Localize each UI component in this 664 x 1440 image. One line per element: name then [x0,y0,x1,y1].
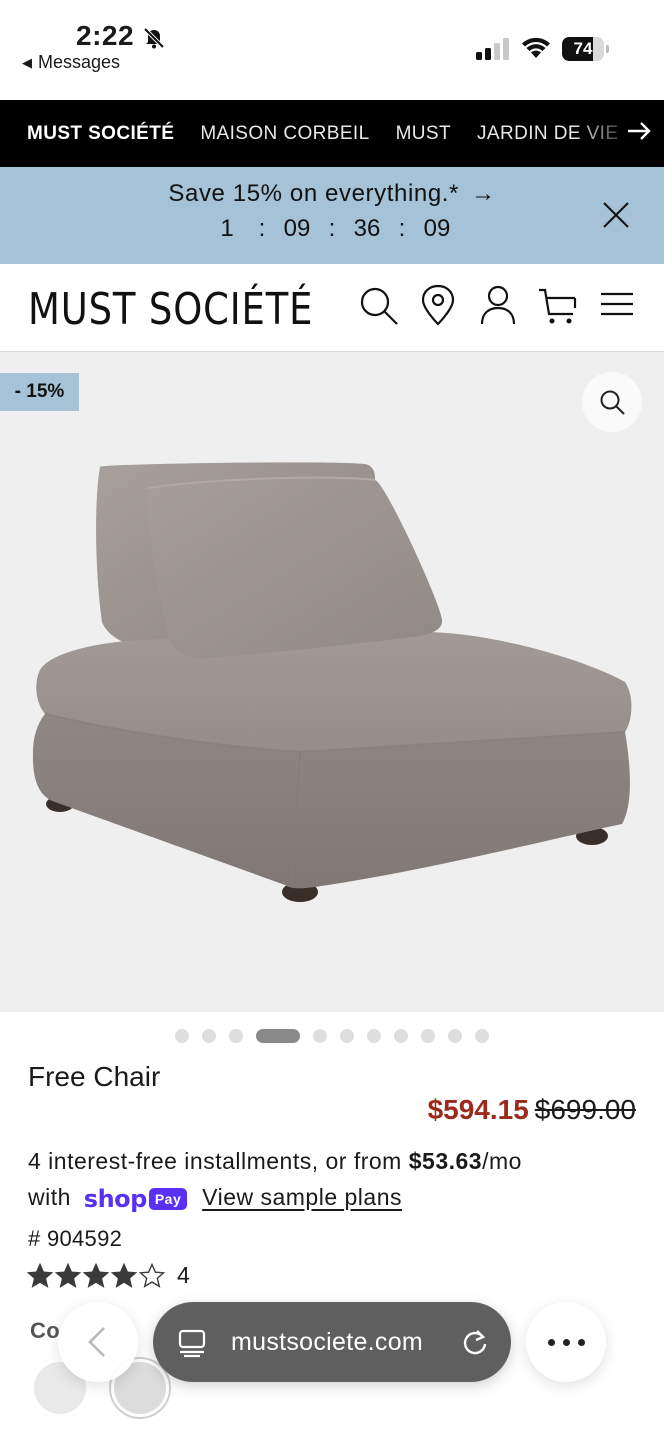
bell-slash-icon [143,27,165,49]
star-filled-icon [83,1262,109,1288]
carousel-dot[interactable] [340,1029,354,1043]
more-dot-icon [578,1339,585,1346]
discount-badge: - 15% [0,373,79,411]
star-filled-icon [111,1262,137,1288]
shop-pay-logo: shop Pay [83,1181,188,1217]
installments-info: 4 interest-free installments, or from $5… [28,1143,648,1217]
star-filled-icon [55,1262,81,1288]
brand-nav-list: MUST SOCIÉTÉ MAISON CORBEIL MUST JARDIN … [27,100,644,167]
product-title: Free Chair [28,1061,161,1092]
battery-level: 74 [573,39,593,58]
promo-arrow-icon: → [470,180,496,207]
countdown-frames: 09 [423,215,451,242]
zoom-search-icon [600,390,625,415]
safari-address-bar[interactable]: mustsociete.com [153,1302,511,1382]
star-empty-icon [139,1262,165,1288]
site-logo[interactable]: MUST SOCIÉTÉ [28,284,313,335]
cart-icon[interactable] [537,284,579,326]
carousel-dot[interactable] [229,1029,243,1043]
battery-body: 74 [562,37,604,61]
product-rating[interactable]: 4 [27,1262,190,1289]
back-triangle-icon: ◀ [22,54,32,70]
price-row: $594.15 $699.00 [428,1094,636,1126]
close-icon[interactable] [602,201,630,229]
safari-more-button[interactable] [526,1302,606,1382]
back-to-messages[interactable]: ◀ Messages [22,52,120,73]
sale-price: $594.15 [427,1094,529,1125]
safari-back-button[interactable] [58,1302,138,1382]
review-count: 4 [177,1262,190,1288]
countdown-hours: 1 [220,215,234,242]
back-app-label: Messages [38,52,121,72]
installment-amount: $53.63 [408,1148,483,1174]
original-price: $699.00 [534,1094,636,1125]
status-time: 2:22 [76,20,135,51]
menu-icon[interactable] [597,284,639,326]
carousel-dot[interactable] [394,1029,408,1043]
site-header: MUST SOCIÉTÉ [0,264,664,352]
battery-indicator: 74 [562,37,610,61]
chevron-left-icon [88,1327,105,1357]
shop-pay-pill: Pay [148,1187,188,1210]
star-filled-icon [27,1262,53,1288]
brand-nav: MUST SOCIÉTÉ MAISON CORBEIL MUST JARDIN … [0,100,664,167]
installments-prefix: 4 interest-free installments, or from [28,1148,409,1174]
status-bar: 2:22 ◀ Messages 74 [0,0,664,100]
wifi-icon [522,37,550,58]
view-sample-plans-link[interactable]: View sample plans [202,1184,402,1210]
with-label: with [28,1184,71,1210]
countdown-minutes: 09 [283,215,311,242]
battery-cap [606,45,609,53]
arrow-right-icon[interactable] [626,118,652,144]
brand-nav-item-must-societe[interactable]: MUST SOCIÉTÉ [27,123,174,145]
url-text: mustsociete.com [231,1328,424,1356]
carousel-dot[interactable] [175,1029,189,1043]
countdown-separator: : [328,215,336,242]
carousel-dot-active[interactable] [256,1029,300,1043]
more-dot-icon [548,1339,555,1346]
search-icon[interactable] [357,284,399,326]
product-sku: # 904592 [28,1226,123,1251]
promo-link[interactable]: Save 15% on everything.* → [0,180,664,208]
more-dot-icon [563,1339,570,1346]
brand-nav-item-maison-corbeil[interactable]: MAISON CORBEIL [200,123,369,145]
countdown-seconds: 36 [353,215,381,242]
tab-overview-icon[interactable] [177,1328,207,1358]
promo-banner: Save 15% on everything.* → 1 : 09 : 36 : … [0,167,664,264]
account-icon[interactable] [477,284,519,326]
brand-nav-item-must[interactable]: MUST [396,123,451,145]
installments-suffix: /mo [482,1148,522,1174]
countdown-separator: : [398,215,406,242]
carousel-dot[interactable] [202,1029,216,1043]
carousel-dot[interactable] [475,1029,489,1043]
shop-pay-word: shop [83,1184,148,1213]
reload-icon[interactable] [461,1328,489,1356]
location-pin-icon[interactable] [417,284,459,326]
promo-text: Save 15% on everything.* [168,180,459,207]
countdown-separator: : [258,215,266,242]
carousel-dot[interactable] [367,1029,381,1043]
countdown-timer: 1 : 09 : 36 : 09 [0,215,664,243]
product-image-gallery[interactable]: - 15% [0,352,664,1012]
product-photo-chair [32,462,632,902]
carousel-dot[interactable] [313,1029,327,1043]
zoom-button[interactable] [582,372,642,432]
carousel-dot[interactable] [448,1029,462,1043]
carousel-dots [0,1029,664,1043]
cellular-signal-icon [476,38,509,60]
carousel-dot[interactable] [421,1029,435,1043]
color-label-start: Co [30,1318,60,1343]
